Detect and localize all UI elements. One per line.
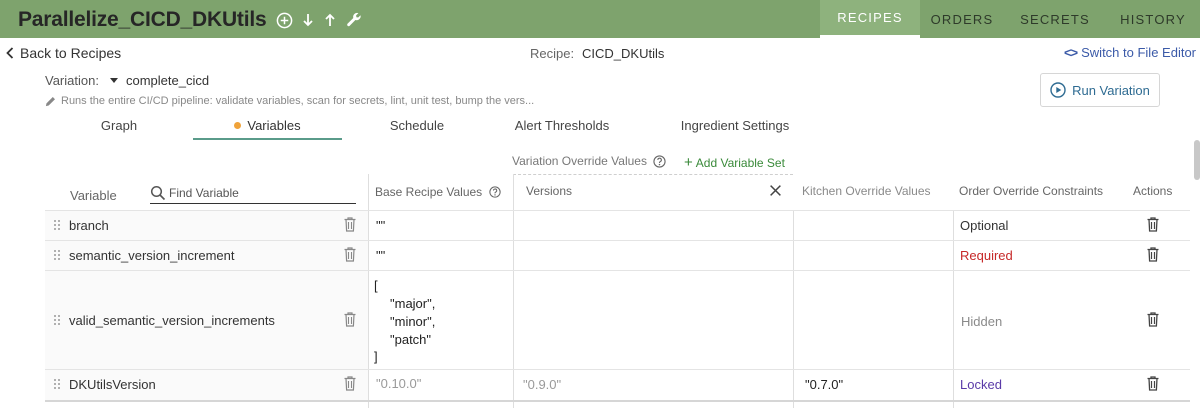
trash-icon[interactable] xyxy=(1147,312,1159,327)
base-value-line[interactable]: ] xyxy=(374,349,378,364)
variation-select[interactable]: complete_cicd xyxy=(110,73,209,88)
constraint-value[interactable]: Locked xyxy=(960,377,1002,392)
trash-icon[interactable] xyxy=(1147,217,1159,232)
base-value[interactable]: "" xyxy=(376,218,385,233)
variation-label: Variation: xyxy=(45,73,99,88)
search-icon xyxy=(150,185,166,200)
title-area: Parallelize_CICD_DKUtils xyxy=(18,6,363,34)
tab-ingredient-settings[interactable]: Ingredient Settings xyxy=(664,118,806,140)
vertical-scrollbar[interactable] xyxy=(1194,140,1200,180)
row-divider xyxy=(45,270,1190,271)
variable-name: semantic_version_increment xyxy=(69,248,235,263)
recipe-name: CICD_DKUtils xyxy=(582,46,665,61)
drag-handle-icon[interactable] xyxy=(53,378,61,390)
variation-override-header: Variation Override Values xyxy=(512,154,666,168)
drag-handle-icon[interactable] xyxy=(53,249,61,261)
code-icon: <> xyxy=(1063,45,1078,60)
help-icon[interactable] xyxy=(653,154,666,168)
base-value-line[interactable]: "major", xyxy=(390,296,435,311)
arrow-down-icon[interactable] xyxy=(301,12,315,28)
override-divider xyxy=(513,174,793,175)
nav-recipes[interactable]: RECIPES xyxy=(820,0,920,38)
base-value[interactable]: "" xyxy=(376,248,385,263)
row-divider xyxy=(45,240,1190,241)
tab-alert-thresholds[interactable]: Alert Thresholds xyxy=(502,118,622,140)
wrench-icon[interactable] xyxy=(345,11,363,29)
constraint-value[interactable]: Required xyxy=(960,248,1013,263)
recipe-title: Parallelize_CICD_DKUtils xyxy=(18,8,267,31)
col-variable: Variable xyxy=(70,188,117,203)
variation-description[interactable]: Runs the entire CI/CD pipeline: validate… xyxy=(45,95,534,107)
trash-icon[interactable] xyxy=(344,247,356,262)
col-actions: Actions xyxy=(1133,184,1173,198)
tab-variables[interactable]: Variables xyxy=(193,118,342,140)
base-value-line[interactable]: [ xyxy=(374,278,378,293)
close-icon[interactable] xyxy=(769,184,782,197)
find-variable-input[interactable]: Find Variable xyxy=(150,182,356,204)
add-variable-set-button[interactable]: + Add Variable Set xyxy=(684,154,785,171)
recipe-label: Recipe: xyxy=(530,46,575,61)
help-icon[interactable] xyxy=(488,186,501,198)
nav-orders[interactable]: ORDERS xyxy=(920,0,1004,38)
back-to-recipes-link[interactable]: Back to Recipes xyxy=(6,45,121,61)
nav-history[interactable]: HISTORY xyxy=(1106,0,1200,38)
chevron-left-icon xyxy=(6,47,14,59)
modified-dot-icon xyxy=(234,122,242,129)
base-value-line[interactable]: "patch" xyxy=(390,332,431,347)
base-value[interactable]: "0.10.0" xyxy=(376,376,421,391)
kitchen-value[interactable]: "0.7.0" xyxy=(805,377,843,392)
base-value-line[interactable]: "minor", xyxy=(390,314,435,329)
variable-name: DKUtilsVersion xyxy=(69,377,156,392)
run-variation-button[interactable]: Run Variation xyxy=(1040,73,1160,107)
variable-name: valid_semantic_version_increments xyxy=(69,313,275,328)
constraint-value[interactable]: Optional xyxy=(960,218,1008,233)
main-nav: RECIPES ORDERS SECRETS HISTORY xyxy=(820,0,1200,38)
trash-icon[interactable] xyxy=(344,376,356,391)
col-kitchen-override-values: Kitchen Override Values xyxy=(802,184,931,198)
col-versions: Versions xyxy=(526,184,573,198)
drag-handle-icon[interactable] xyxy=(53,219,61,231)
row-divider xyxy=(45,210,1190,211)
trash-icon[interactable] xyxy=(1147,376,1159,391)
constraint-value[interactable]: Hidden xyxy=(961,314,1002,329)
nav-secrets[interactable]: SECRETS xyxy=(1004,0,1106,38)
caret-down-icon xyxy=(110,78,118,83)
play-circle-icon xyxy=(1050,82,1066,98)
col-order-override-constraints: Order Override Constraints xyxy=(959,184,1104,198)
drag-handle-icon[interactable] xyxy=(53,314,61,326)
arrow-up-icon[interactable] xyxy=(323,12,337,28)
switch-to-file-editor-link[interactable]: <> Switch to File Editor xyxy=(1064,45,1196,60)
trash-icon[interactable] xyxy=(344,312,356,327)
row-divider xyxy=(45,400,1190,402)
variable-name: branch xyxy=(69,218,109,233)
variables-table: Variable Find Variable Base Recipe Value… xyxy=(45,170,1190,408)
add-circle-icon[interactable] xyxy=(276,12,293,29)
pencil-icon xyxy=(45,96,55,106)
row-divider xyxy=(45,369,1190,370)
version-value[interactable]: "0.9.0" xyxy=(523,377,561,392)
trash-icon[interactable] xyxy=(344,217,356,232)
tab-schedule[interactable]: Schedule xyxy=(372,118,462,140)
plus-icon: + xyxy=(684,154,693,171)
top-bar: Parallelize_CICD_DKUtils RECIPES ORDERS … xyxy=(0,0,1200,38)
trash-icon[interactable] xyxy=(1147,247,1159,262)
title-actions xyxy=(276,11,363,29)
tab-graph[interactable]: Graph xyxy=(78,118,160,140)
col-base-recipe-values: Base Recipe Values xyxy=(375,185,501,199)
